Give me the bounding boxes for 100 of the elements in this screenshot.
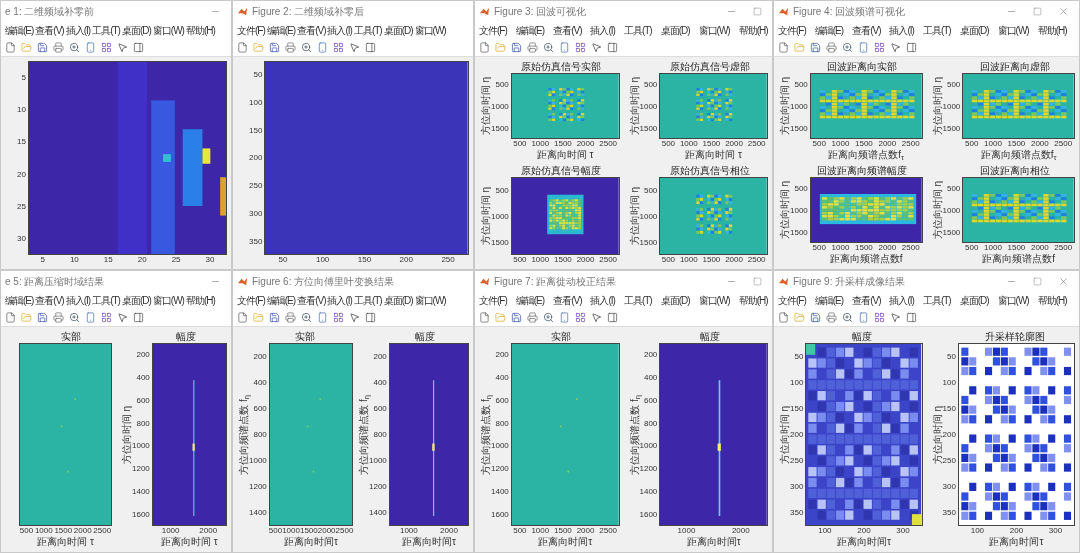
- folder-icon[interactable]: [21, 42, 32, 53]
- close-icon[interactable]: [1058, 275, 1069, 287]
- menu-item[interactable]: 帮助(H): [738, 22, 768, 38]
- menu-item[interactable]: 窗口(W): [152, 22, 184, 38]
- menu-item[interactable]: 桌面(D): [383, 22, 413, 38]
- save-icon[interactable]: [511, 312, 522, 323]
- menu-item[interactable]: 编辑(E): [814, 22, 844, 38]
- menu-item[interactable]: 查看(V): [35, 292, 64, 308]
- printer-icon[interactable]: [527, 312, 538, 323]
- menu-item[interactable]: 窗口(W): [698, 292, 730, 308]
- menu-item[interactable]: 窗口(W): [414, 292, 446, 308]
- pointer-icon[interactable]: [349, 42, 360, 53]
- pointer-icon[interactable]: [591, 42, 602, 53]
- menu-item[interactable]: 插入(I): [65, 22, 91, 38]
- new-file-icon[interactable]: [778, 42, 789, 53]
- menu-item[interactable]: 文件(F): [479, 292, 507, 308]
- menu-item[interactable]: 编辑(E): [814, 292, 844, 308]
- zoom-icon[interactable]: [301, 42, 312, 53]
- grid-icon[interactable]: [333, 312, 344, 323]
- save-icon[interactable]: [810, 312, 821, 323]
- phone-icon[interactable]: [317, 42, 328, 53]
- printer-icon[interactable]: [527, 42, 538, 53]
- menu-item[interactable]: 桌面(D): [660, 22, 690, 38]
- menu-item[interactable]: 桌面(D): [959, 22, 989, 38]
- menu-item[interactable]: 插入(I): [590, 22, 615, 38]
- new-file-icon[interactable]: [5, 42, 16, 53]
- grid-icon[interactable]: [575, 42, 586, 53]
- save-icon[interactable]: [269, 312, 280, 323]
- pointer-icon[interactable]: [890, 42, 901, 53]
- menu-item[interactable]: 编辑(E): [5, 292, 34, 308]
- maximize-icon[interactable]: [1033, 6, 1042, 16]
- zoom-icon[interactable]: [69, 42, 80, 53]
- menu-item[interactable]: 查看(V): [297, 22, 326, 38]
- menu-item[interactable]: 文件(F): [778, 22, 806, 38]
- menu-item[interactable]: 查看(V): [553, 292, 582, 308]
- menu-item[interactable]: 窗口(W): [997, 292, 1029, 308]
- new-file-icon[interactable]: [479, 312, 490, 323]
- menu-item[interactable]: 编辑(E): [515, 292, 545, 308]
- menu-item[interactable]: 工具(T): [92, 292, 120, 308]
- grid-icon[interactable]: [101, 42, 112, 53]
- folder-icon[interactable]: [21, 312, 32, 323]
- phone-icon[interactable]: [858, 42, 869, 53]
- pointer-icon[interactable]: [349, 312, 360, 323]
- zoom-icon[interactable]: [543, 42, 554, 53]
- menu-item[interactable]: 帮助(H): [738, 292, 768, 308]
- new-file-icon[interactable]: [237, 312, 248, 323]
- menu-item[interactable]: 编辑(E): [266, 292, 296, 308]
- menu-item[interactable]: 文件(F): [237, 22, 265, 38]
- menu-item[interactable]: 查看(V): [553, 22, 582, 38]
- menu-item[interactable]: 插入(I): [65, 292, 91, 308]
- panel-icon[interactable]: [365, 312, 376, 323]
- zoom-icon[interactable]: [69, 312, 80, 323]
- new-file-icon[interactable]: [237, 42, 248, 53]
- menu-item[interactable]: 文件(F): [778, 292, 806, 308]
- phone-icon[interactable]: [85, 42, 96, 53]
- folder-icon[interactable]: [794, 312, 805, 323]
- menu-item[interactable]: 文件(F): [479, 22, 507, 38]
- menu-item[interactable]: 工具(T): [353, 22, 382, 38]
- pointer-icon[interactable]: [591, 312, 602, 323]
- menu-item[interactable]: 文件(F): [237, 292, 265, 308]
- menu-item[interactable]: 桌面(D): [959, 292, 989, 308]
- menu-item[interactable]: 查看(V): [35, 22, 64, 38]
- menu-item[interactable]: 桌面(D): [383, 292, 413, 308]
- save-icon[interactable]: [37, 42, 48, 53]
- menu-item[interactable]: 查看(V): [852, 292, 881, 308]
- printer-icon[interactable]: [53, 42, 64, 53]
- menu-item[interactable]: 工具(T): [623, 292, 652, 308]
- folder-icon[interactable]: [794, 42, 805, 53]
- menu-item[interactable]: 窗口(W): [698, 22, 730, 38]
- new-file-icon[interactable]: [479, 42, 490, 53]
- grid-icon[interactable]: [575, 312, 586, 323]
- folder-icon[interactable]: [253, 42, 264, 53]
- panel-icon[interactable]: [906, 312, 917, 323]
- pointer-icon[interactable]: [117, 312, 128, 323]
- pointer-icon[interactable]: [117, 42, 128, 53]
- menu-item[interactable]: 工具(T): [92, 22, 120, 38]
- close-icon[interactable]: [1058, 5, 1069, 17]
- menu-item[interactable]: 工具(T): [353, 292, 382, 308]
- menu-item[interactable]: 桌面(D): [121, 22, 151, 38]
- menu-item[interactable]: 查看(V): [852, 22, 881, 38]
- new-file-icon[interactable]: [778, 312, 789, 323]
- zoom-icon[interactable]: [842, 312, 853, 323]
- grid-icon[interactable]: [874, 312, 885, 323]
- menu-item[interactable]: 帮助(H): [185, 22, 215, 38]
- grid-icon[interactable]: [333, 42, 344, 53]
- panel-icon[interactable]: [906, 42, 917, 53]
- menu-item[interactable]: 帮助(H): [1037, 22, 1067, 38]
- menu-item[interactable]: 工具(T): [623, 22, 652, 38]
- menu-item[interactable]: 工具(T): [922, 292, 951, 308]
- grid-icon[interactable]: [874, 42, 885, 53]
- save-icon[interactable]: [269, 42, 280, 53]
- menu-item[interactable]: 工具(T): [922, 22, 951, 38]
- panel-icon[interactable]: [133, 42, 144, 53]
- folder-icon[interactable]: [495, 312, 506, 323]
- folder-icon[interactable]: [495, 42, 506, 53]
- menu-item[interactable]: 插入(I): [889, 22, 914, 38]
- menu-item[interactable]: 桌面(D): [660, 292, 690, 308]
- menu-item[interactable]: 窗口(W): [414, 22, 446, 38]
- zoom-icon[interactable]: [543, 312, 554, 323]
- save-icon[interactable]: [511, 42, 522, 53]
